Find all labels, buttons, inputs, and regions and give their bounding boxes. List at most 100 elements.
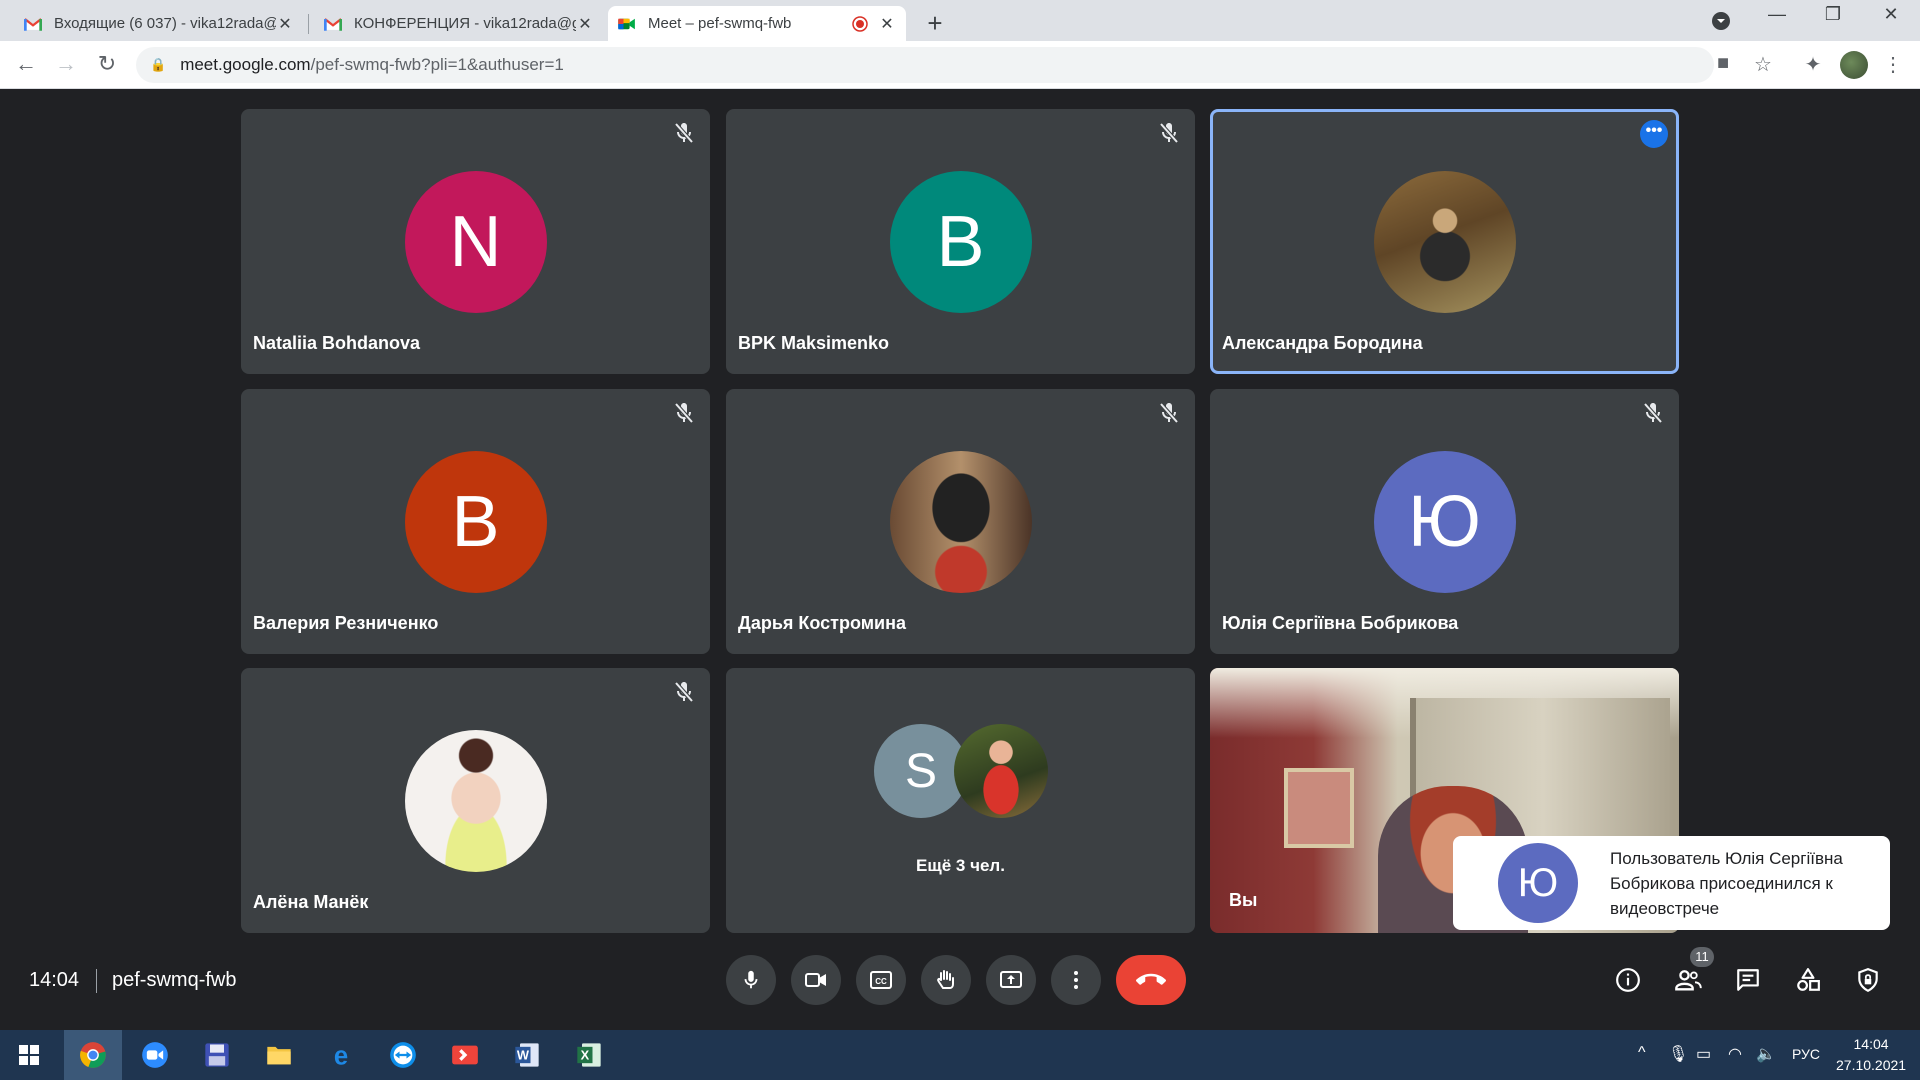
tray-time: 14:04: [1853, 1036, 1889, 1052]
tray-date: 27.10.2021: [1836, 1057, 1907, 1073]
participant-name: Дарья Костромина: [738, 613, 906, 633]
camera-icon: [805, 973, 826, 987]
camera-button[interactable]: [791, 955, 841, 1005]
participant-count-badge: 11: [1690, 947, 1714, 967]
captions-button[interactable]: CC: [856, 955, 906, 1005]
participant-tile[interactable]: Дарья Костромина: [726, 389, 1195, 654]
activities-button[interactable]: [1788, 960, 1828, 1000]
taskbar-zoom[interactable]: [126, 1030, 184, 1080]
bookmark-star-icon[interactable]: ☆: [1750, 52, 1776, 77]
participant-name: Nataliia Bohdanova: [253, 333, 421, 353]
more-participants-tile[interactable]: S Ещё 3 чел.: [726, 668, 1195, 933]
close-window-icon[interactable]: ✕: [1876, 4, 1906, 25]
minimize-icon[interactable]: —: [1762, 4, 1792, 25]
taskbar-explorer[interactable]: [250, 1030, 308, 1080]
tab-gmail-inbox[interactable]: Входящие (6 037) - vika12rada@ ✕: [14, 6, 304, 41]
chrome-icon: [80, 1042, 106, 1068]
participant-name: Валерия Резниченко: [253, 613, 439, 633]
floppy-icon: [205, 1043, 229, 1067]
tray-clock[interactable]: 14:04 27.10.2021: [1836, 1034, 1906, 1076]
more-vert-icon: [1074, 971, 1078, 989]
lock-icon: 🔒: [150, 57, 167, 72]
more-options-icon[interactable]: •••: [1640, 120, 1668, 148]
tab-meet[interactable]: Meet – pef-swmq-fwb ✕: [608, 6, 906, 41]
close-tab-icon[interactable]: ✕: [576, 14, 594, 34]
avatar: Ю: [1373, 451, 1516, 593]
reload-icon[interactable]: ↻: [93, 51, 121, 77]
participant-tile[interactable]: N Nataliia Bohdanova: [241, 109, 710, 374]
start-button[interactable]: [0, 1030, 58, 1080]
notification-text: Пользователь Юлія Сергіївна Бобрикова пр…: [1610, 848, 1843, 918]
host-controls-button[interactable]: [1848, 960, 1888, 1000]
participant-tile[interactable]: Алёна Манёк: [241, 668, 710, 933]
taskbar-chrome[interactable]: [64, 1030, 122, 1080]
tray-volume-icon[interactable]: 🔈: [1756, 1044, 1776, 1064]
meeting-details-button[interactable]: [1608, 960, 1648, 1000]
participant-tile-speaking[interactable]: Александра Бородина •••: [1210, 109, 1679, 374]
avatar-photo: [889, 451, 1032, 593]
taskbar-excel[interactable]: X: [560, 1030, 618, 1080]
avatar-photo: [404, 730, 547, 872]
address-input[interactable]: 🔒 meet.google.com/pef-swmq-fwb?pli=1&aut…: [136, 47, 1714, 83]
camera-in-use-icon[interactable]: ■: [1710, 52, 1736, 75]
more-options-button[interactable]: [1051, 955, 1101, 1005]
back-icon[interactable]: ←: [12, 51, 40, 77]
leave-call-button[interactable]: [1116, 955, 1186, 1005]
microphone-button[interactable]: [726, 955, 776, 1005]
taskbar-edge[interactable]: e: [312, 1030, 370, 1080]
gmail-icon: [324, 17, 342, 31]
mic-off-icon: [1159, 402, 1179, 424]
browser-menu-icon[interactable]: ⋮: [1880, 52, 1906, 77]
mic-off-icon: [1643, 402, 1663, 424]
tab-search-icon[interactable]: [1711, 11, 1731, 31]
participant-name: Юлія Сергіївна Бобрикова: [1222, 613, 1459, 633]
participant-name: BPK Maksimenko: [738, 333, 890, 353]
taskbar-save-app[interactable]: [188, 1030, 246, 1080]
tray-battery-icon[interactable]: ▭: [1696, 1044, 1711, 1064]
participant-tile[interactable]: Ю Юлія Сергіївна Бобрикова: [1210, 389, 1679, 654]
taskbar-anydesk[interactable]: [436, 1030, 494, 1080]
new-tab-button[interactable]: +: [920, 8, 950, 39]
participant-tile[interactable]: В Валерия Резниченко: [241, 389, 710, 654]
tray-language[interactable]: РУС: [1792, 1046, 1820, 1062]
taskbar-word[interactable]: W: [498, 1030, 556, 1080]
divider: [96, 969, 97, 993]
extensions-icon[interactable]: ✦: [1800, 52, 1826, 77]
people-icon: [1675, 970, 1702, 991]
taskbar-teamviewer[interactable]: [374, 1030, 432, 1080]
present-screen-button[interactable]: [986, 955, 1036, 1005]
tab-title: Meet – pef-swmq-fwb: [648, 15, 792, 32]
shield-lock-icon: [1858, 968, 1878, 993]
avatar: Ю: [1498, 843, 1578, 923]
close-tab-icon[interactable]: ✕: [878, 14, 896, 34]
profile-avatar[interactable]: [1840, 51, 1868, 79]
folder-icon: [267, 1046, 291, 1065]
microphone-icon: [744, 970, 758, 989]
restore-icon[interactable]: ❐: [1818, 4, 1848, 25]
tray-network-icon[interactable]: ◠: [1728, 1044, 1742, 1064]
close-tab-icon[interactable]: ✕: [276, 14, 294, 34]
raise-hand-button[interactable]: [921, 955, 971, 1005]
zoom-icon: [142, 1042, 168, 1068]
info-icon: [1616, 968, 1640, 992]
tray-mic-icon[interactable]: 🎙: [1668, 1044, 1688, 1064]
svg-text:W: W: [517, 1048, 530, 1063]
participant-tile[interactable]: B BPK Maksimenko: [726, 109, 1195, 374]
address-toolbar: ← → ↻ 🔒 meet.google.com/pef-swmq-fwb?pli…: [0, 41, 1920, 89]
avatar: N: [404, 171, 547, 313]
tray-expand-icon[interactable]: ^: [1638, 1044, 1646, 1062]
more-participants-label: Ещё 3 чел.: [916, 856, 1005, 875]
meeting-clock: 14:04: [29, 969, 80, 991]
svg-text:X: X: [581, 1048, 590, 1063]
meeting-code: pef-swmq-fwb: [112, 969, 237, 991]
activities-icon: [1797, 968, 1820, 991]
forward-icon[interactable]: →: [52, 51, 80, 77]
url-host: meet.google.com: [180, 55, 311, 74]
recording-icon: [852, 15, 868, 32]
windows-icon: [19, 1045, 39, 1065]
tab-gmail-conference[interactable]: КОНФЕРЕНЦИЯ - vika12rada@g ✕: [314, 6, 604, 41]
chat-button[interactable]: [1728, 960, 1768, 1000]
windows-taskbar: e W X ^ 🎙 ▭ ◠ 🔈 РУС 14:04 27.10.2021: [0, 1030, 1920, 1080]
gmail-icon: [24, 17, 42, 31]
browser-tab-strip: Входящие (6 037) - vika12rada@ ✕ КОНФЕРЕ…: [0, 0, 1920, 41]
